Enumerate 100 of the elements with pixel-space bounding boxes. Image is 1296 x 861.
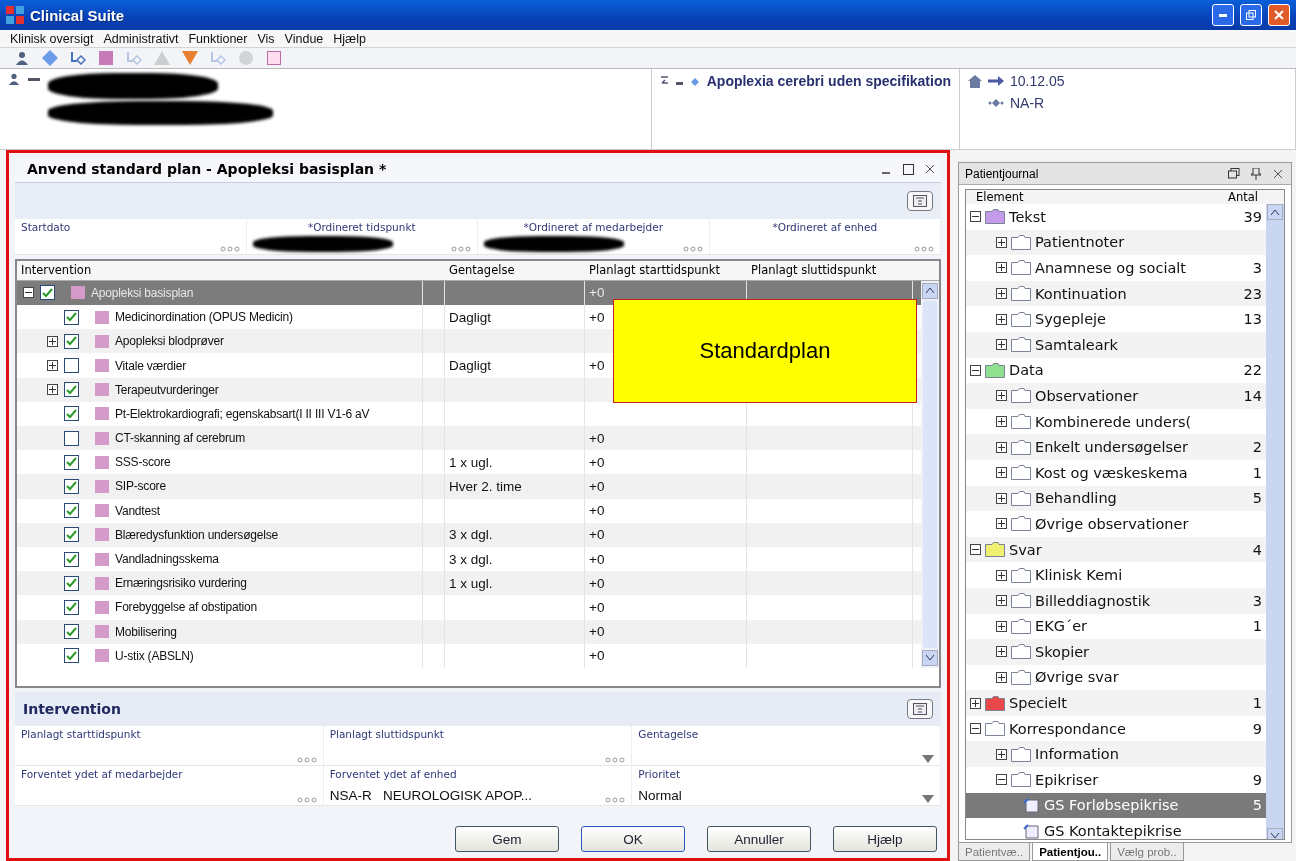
scroll-up-button[interactable] — [1267, 204, 1283, 220]
scrollbar[interactable] — [1266, 204, 1284, 839]
expand-icon[interactable] — [996, 518, 1007, 530]
expand-icon[interactable] — [47, 335, 58, 347]
expand-icon[interactable] — [47, 360, 58, 372]
checkbox[interactable] — [64, 309, 79, 325]
tree-row[interactable]: Information — [966, 741, 1266, 768]
checkbox[interactable] — [64, 551, 79, 567]
checkbox[interactable] — [64, 382, 79, 398]
expand-icon[interactable] — [996, 672, 1007, 683]
plan-row[interactable]: Blæredysfunktion undersøgelse 3 x dgl. +0 — [17, 522, 921, 547]
toolbar-button[interactable] — [42, 50, 58, 66]
checkbox[interactable] — [64, 648, 79, 664]
menu-item[interactable]: Funktioner — [188, 31, 248, 46]
scroll-down-button[interactable] — [922, 649, 938, 666]
count-label: 4 — [1251, 541, 1263, 558]
expand-icon[interactable] — [996, 646, 1007, 658]
expand-icon[interactable] — [996, 492, 1007, 504]
tree-row[interactable]: GS Forløbsepikrise 5 — [966, 792, 1266, 819]
tree-row[interactable]: Kontinuation 23 — [966, 280, 1266, 307]
expand-icon[interactable] — [996, 441, 1007, 453]
expand-icon[interactable] — [996, 748, 1007, 760]
plan-row[interactable]: Ernæringsrisiko vurdering 1 x ugl. +0 — [17, 571, 921, 596]
close-button[interactable] — [1268, 4, 1290, 26]
maximize-button[interactable] — [901, 162, 915, 177]
toolbar-button[interactable] — [14, 50, 30, 66]
expand-icon[interactable] — [996, 416, 1007, 428]
scroll-down-button[interactable] — [1267, 827, 1283, 839]
expand-icon[interactable] — [996, 595, 1007, 607]
tree-row[interactable]: Billeddiagnostik 3 — [966, 587, 1266, 614]
restore-button[interactable] — [1240, 4, 1262, 26]
checkbox[interactable] — [64, 503, 79, 519]
repeat-text: 3 x dgl. — [449, 551, 493, 567]
panel-tab[interactable]: Patientvæ.. — [958, 843, 1031, 861]
dialog-button[interactable]: OK — [581, 826, 685, 852]
dropdown-arrow-icon[interactable] — [922, 795, 934, 803]
toolbar-button[interactable] — [70, 50, 86, 66]
expand-icon[interactable] — [996, 390, 1007, 402]
plan-row[interactable]: CT-skanning af cerebrum +0 — [17, 426, 921, 451]
intervention-icon — [95, 359, 109, 373]
pin-icon[interactable] — [1249, 166, 1263, 181]
collapse-icon[interactable] — [970, 211, 981, 223]
plan-row[interactable]: Mobilisering +0 — [17, 619, 921, 644]
tree-row[interactable]: Patientnoter — [966, 229, 1266, 256]
swap-icon[interactable] — [660, 73, 668, 87]
collapse-icon[interactable] — [970, 544, 981, 555]
tree-row[interactable]: Samtaleark — [966, 331, 1266, 358]
checkbox[interactable] — [64, 479, 79, 494]
checkbox[interactable] — [64, 358, 79, 374]
expand-icon[interactable] — [996, 262, 1007, 274]
collapse-icon[interactable] — [970, 723, 981, 735]
scrollbar[interactable] — [921, 280, 939, 668]
field-label: *Ordineret af enhed — [772, 220, 878, 233]
dropdown-arrow-icon[interactable] — [922, 755, 934, 763]
minimize-button[interactable] — [1212, 4, 1234, 26]
panel-tab[interactable]: Patientjou.. — [1032, 843, 1109, 861]
tree-row[interactable]: Svar 4 — [966, 536, 1266, 563]
expand-icon[interactable] — [996, 467, 1007, 479]
expand-icon[interactable] — [996, 236, 1007, 248]
expand-icon[interactable] — [996, 313, 1007, 325]
dialog-button[interactable]: Annuller — [707, 826, 811, 852]
menu-item[interactable]: Hjælp — [333, 31, 366, 46]
checkbox[interactable] — [64, 527, 79, 543]
expand-icon[interactable] — [996, 339, 1007, 351]
tree-row[interactable]: Skopier — [966, 639, 1266, 665]
collapse-icon[interactable] — [970, 364, 981, 376]
checkbox[interactable] — [64, 575, 79, 591]
scroll-up-button[interactable] — [922, 282, 938, 299]
tree-row[interactable]: Enkelt undersøgelser 2 — [966, 434, 1266, 460]
checkbox[interactable] — [64, 599, 79, 615]
toolbar-button[interactable] — [182, 50, 198, 66]
expand-icon[interactable] — [970, 697, 981, 709]
menu-item[interactable]: Klinisk oversigt — [10, 31, 94, 46]
checkbox[interactable] — [64, 454, 79, 470]
expand-icon[interactable] — [996, 288, 1007, 300]
checkbox[interactable] — [40, 285, 55, 301]
tree-row[interactable]: Observationer 14 — [966, 383, 1266, 409]
collapse-icon[interactable] — [23, 287, 34, 299]
collapse-icon[interactable] — [996, 774, 1007, 786]
expand-icon[interactable] — [47, 384, 58, 396]
menu-item[interactable]: Administrativt — [103, 31, 179, 46]
expand-icon[interactable] — [996, 620, 1007, 632]
layout-button[interactable] — [907, 190, 933, 211]
layout-button[interactable] — [907, 699, 933, 720]
menu-item[interactable]: Vindue — [284, 31, 324, 46]
checkbox[interactable] — [64, 406, 79, 422]
expand-icon[interactable] — [996, 569, 1007, 581]
toolbar-button[interactable] — [98, 50, 114, 66]
dialog-button[interactable]: Gem — [455, 826, 559, 852]
toolbar-button[interactable] — [266, 50, 282, 66]
menu-item[interactable]: Vis — [257, 31, 275, 46]
panel-tab[interactable]: Vælg prob.. — [1110, 843, 1184, 861]
dialog-button[interactable]: Hjælp — [833, 826, 937, 852]
checkbox[interactable] — [64, 624, 79, 640]
checkbox[interactable] — [64, 430, 79, 446]
checkbox[interactable] — [64, 333, 79, 349]
tree-row[interactable]: Specielt 1 — [966, 690, 1266, 716]
tree-row[interactable]: Behandling 5 — [966, 485, 1266, 512]
plan-row[interactable]: SIP-score Hver 2. time +0 — [17, 474, 921, 499]
undock-icon[interactable] — [1227, 166, 1241, 181]
